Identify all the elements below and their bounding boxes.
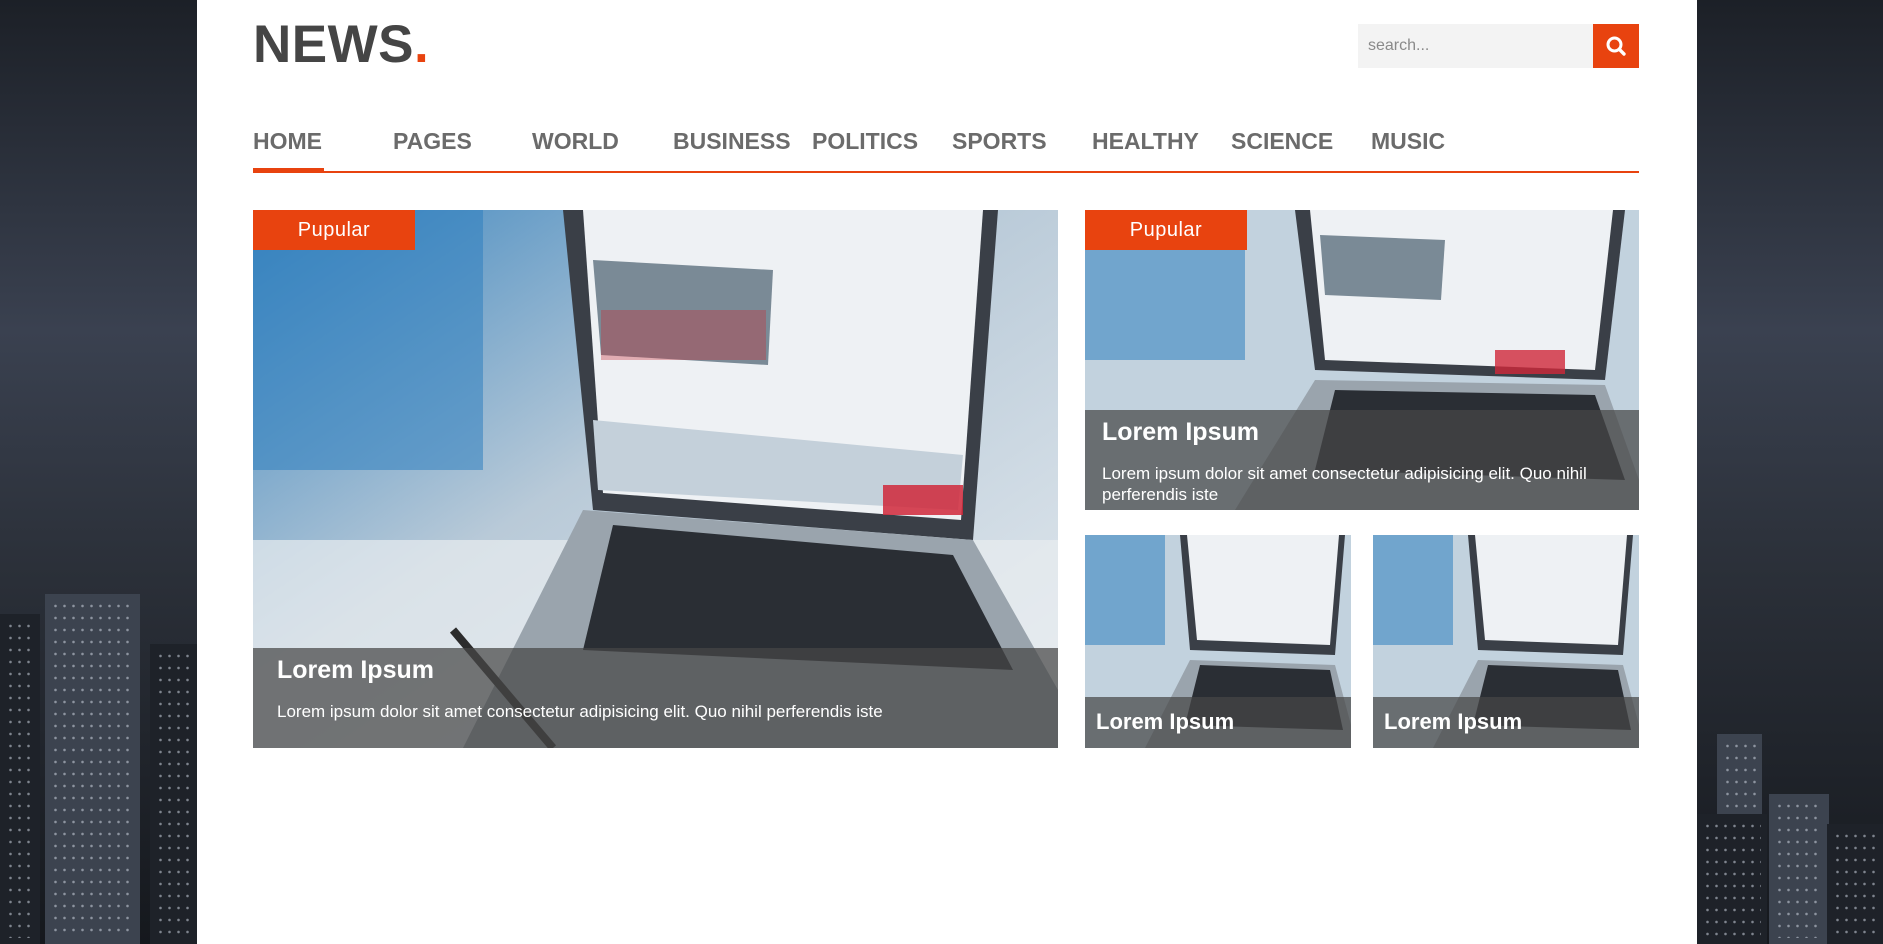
main-card-text: Lorem ipsum dolor sit amet consectetur a… (277, 702, 883, 721)
nav-item-politics[interactable]: POLITICS (812, 128, 918, 155)
nav-item-home[interactable]: HOME (253, 128, 322, 155)
search-input[interactable] (1358, 24, 1593, 68)
nav-item-sports[interactable]: SPORTS (952, 128, 1047, 155)
small-card-1-caption: Lorem Ipsum (1085, 697, 1351, 748)
main-nav: HOME PAGES WORLD BUSINESS POLITICS SPORT… (253, 115, 1639, 173)
side-card-text: Lorem ipsum dolor sit amet consectetur a… (1102, 464, 1587, 504)
site-logo[interactable]: NEWS. (253, 14, 429, 75)
logo-text: NEWS (253, 15, 414, 74)
popular-badge: Pupular (253, 210, 415, 250)
side-card-caption: Lorem Ipsum Lorem ipsum dolor sit amet c… (1085, 410, 1639, 510)
page-container: NEWS. HOME PAGES WORLD BUSINESS POLITICS… (197, 0, 1697, 944)
nav-item-science[interactable]: SCIENCE (1231, 128, 1333, 155)
small-card-1-title[interactable]: Lorem Ipsum (1096, 709, 1234, 735)
popular-badge: Pupular (1085, 210, 1247, 250)
nav-item-pages[interactable]: PAGES (393, 128, 472, 155)
search-bar (1358, 24, 1639, 68)
main-card-title[interactable]: Lorem Ipsum (277, 656, 434, 685)
nav-item-world[interactable]: WORLD (532, 128, 619, 155)
search-button[interactable] (1593, 24, 1639, 68)
small-card-2[interactable]: Lorem Ipsum (1373, 535, 1639, 748)
nav-item-healthy[interactable]: HEALTHY (1092, 128, 1199, 155)
nav-active-indicator (253, 168, 324, 173)
background-city-right (1697, 0, 1883, 944)
small-card-1[interactable]: Lorem Ipsum (1085, 535, 1351, 748)
background-city-left (0, 0, 197, 944)
logo-dot: . (414, 15, 430, 74)
small-card-2-title[interactable]: Lorem Ipsum (1384, 709, 1522, 735)
small-card-2-caption: Lorem Ipsum (1373, 697, 1639, 748)
nav-item-business[interactable]: BUSINESS (673, 128, 791, 155)
main-card-caption: Lorem Ipsum Lorem ipsum dolor sit amet c… (253, 648, 1058, 748)
featured-side-card[interactable]: Pupular Lorem Ipsum Lorem ipsum dolor si… (1085, 210, 1639, 510)
search-icon (1606, 36, 1626, 56)
nav-item-music[interactable]: MUSIC (1371, 128, 1445, 155)
side-card-title[interactable]: Lorem Ipsum (1102, 418, 1259, 447)
featured-main-card[interactable]: Pupular Lorem Ipsum Lorem ipsum dolor si… (253, 210, 1058, 748)
nav-divider (253, 171, 1639, 173)
